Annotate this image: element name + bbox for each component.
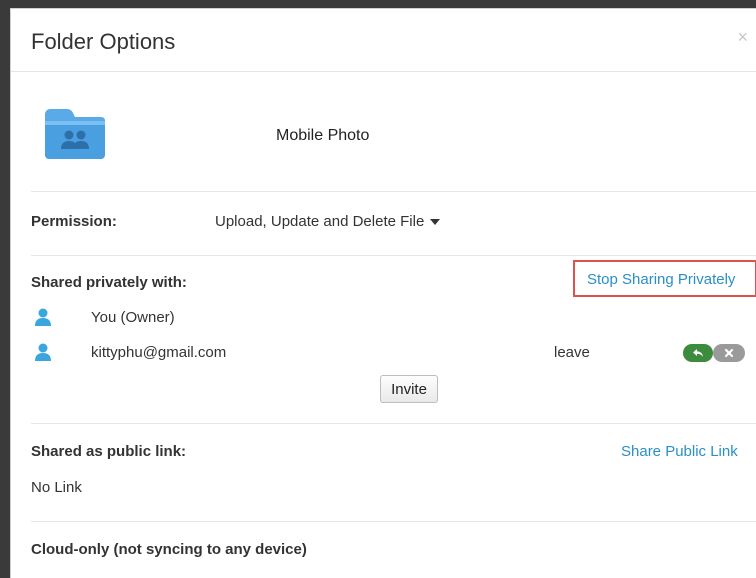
- divider: [31, 423, 756, 424]
- shared-folder-icon: [45, 109, 105, 159]
- dialog-header: Folder Options ×: [11, 9, 756, 72]
- folder-name: Mobile Photo: [276, 127, 370, 144]
- shared-privately-label: Shared privately with:: [31, 274, 187, 291]
- folder-options-dialog: Folder Options × Mobile Photo Permission…: [10, 8, 756, 578]
- permission-value: Upload, Update and Delete File: [215, 213, 425, 230]
- remove-user-icon[interactable]: [713, 344, 745, 362]
- close-icon[interactable]: ×: [737, 27, 748, 48]
- user-icon: [35, 308, 51, 326]
- user-name-owner: You (Owner): [91, 309, 175, 326]
- divider: [31, 521, 756, 522]
- public-link-value: No Link: [31, 479, 82, 496]
- dialog-title: Folder Options: [31, 29, 176, 54]
- reply-icon[interactable]: [683, 344, 713, 362]
- divider: [31, 255, 756, 256]
- shared-public-link-label: Shared as public link:: [31, 443, 187, 460]
- permission-dropdown[interactable]: Upload, Update and Delete File: [215, 213, 441, 230]
- divider: [31, 191, 756, 192]
- caret-down-icon: [430, 219, 441, 226]
- cloud-only-label: Cloud-only (not syncing to any device): [31, 541, 307, 558]
- user-status: leave: [554, 344, 590, 361]
- permission-label: Permission:: [31, 213, 117, 230]
- invite-button[interactable]: Invite: [380, 375, 438, 403]
- stop-sharing-privately-link[interactable]: Stop Sharing Privately: [573, 260, 756, 297]
- user-email: kittyphu@gmail.com: [91, 344, 227, 361]
- share-public-link[interactable]: Share Public Link: [621, 443, 738, 460]
- user-icon: [35, 343, 51, 361]
